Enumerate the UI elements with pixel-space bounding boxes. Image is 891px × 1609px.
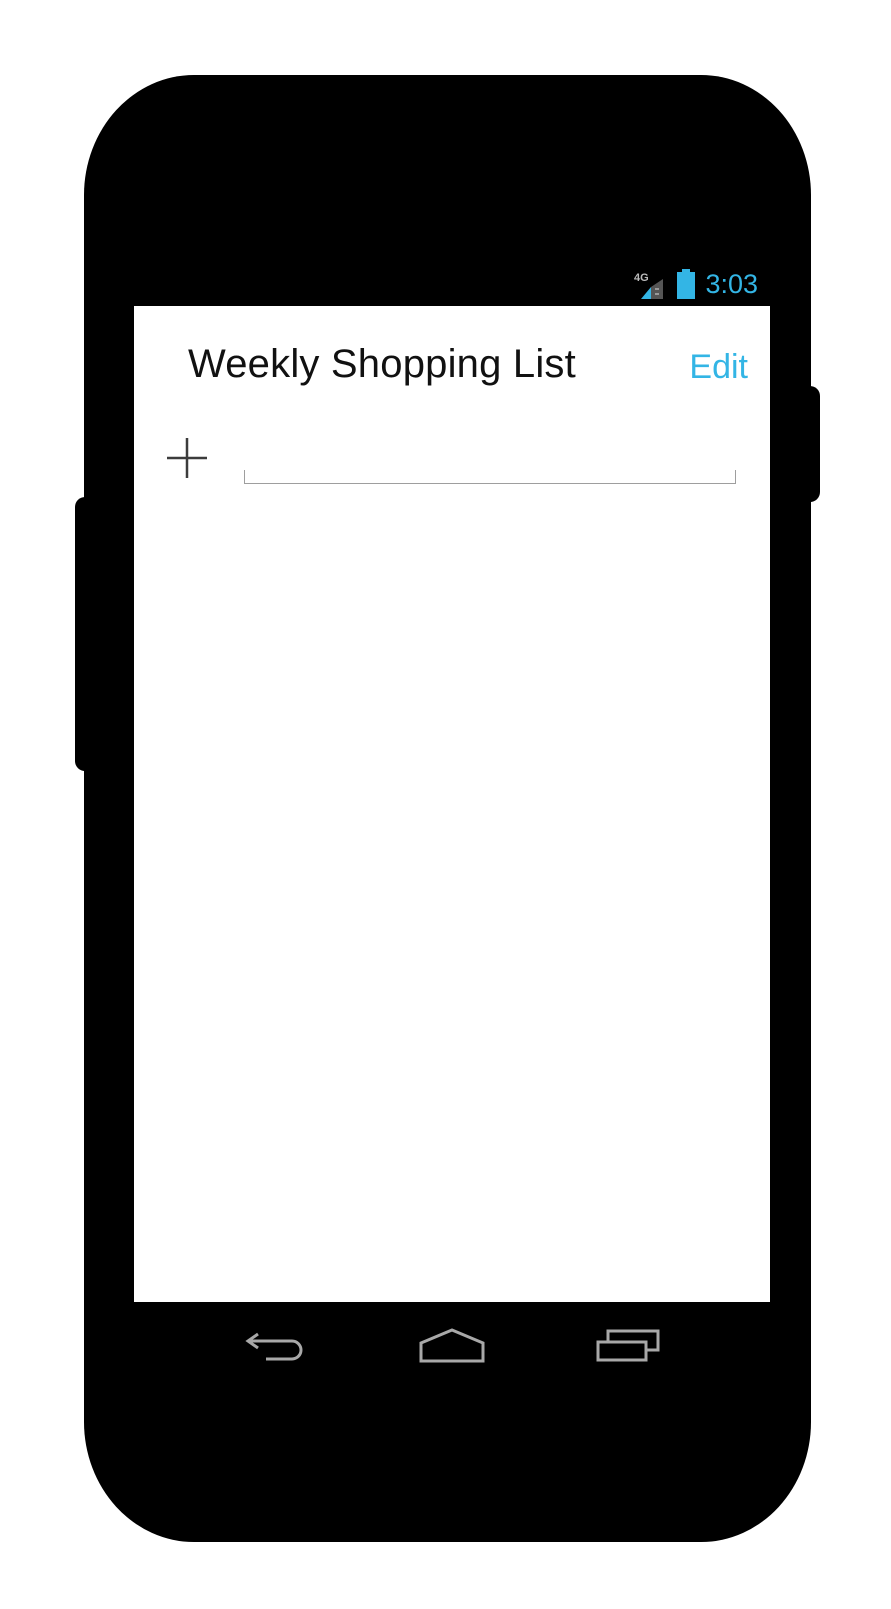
device-screen: 4G 3:03 Weekly Shopping List Edit (134, 261, 770, 1386)
status-bar: 4G 3:03 (134, 261, 770, 306)
status-icons: 4G 3:03 (633, 267, 758, 301)
battery-icon (677, 269, 696, 299)
recent-apps-icon[interactable] (594, 1324, 664, 1368)
edit-button[interactable]: Edit (689, 348, 748, 387)
plus-icon[interactable] (165, 436, 209, 480)
input-underline (244, 470, 736, 484)
device-frame-stage: 4G 3:03 Weekly Shopping List Edit (0, 0, 891, 1609)
signal-4g-icon: 4G (634, 272, 664, 299)
back-icon[interactable] (244, 1324, 314, 1368)
status-clock: 3:03 (705, 269, 758, 299)
page-title: Weekly Shopping List (188, 342, 576, 386)
app-content: Weekly Shopping List Edit (134, 306, 770, 1302)
power-button (800, 386, 820, 502)
home-icon[interactable] (417, 1324, 487, 1368)
navigation-bar (134, 1302, 770, 1386)
phone-bottom-bezel (84, 1380, 811, 1542)
volume-button (75, 497, 95, 771)
network-type-label: 4G (634, 272, 649, 284)
